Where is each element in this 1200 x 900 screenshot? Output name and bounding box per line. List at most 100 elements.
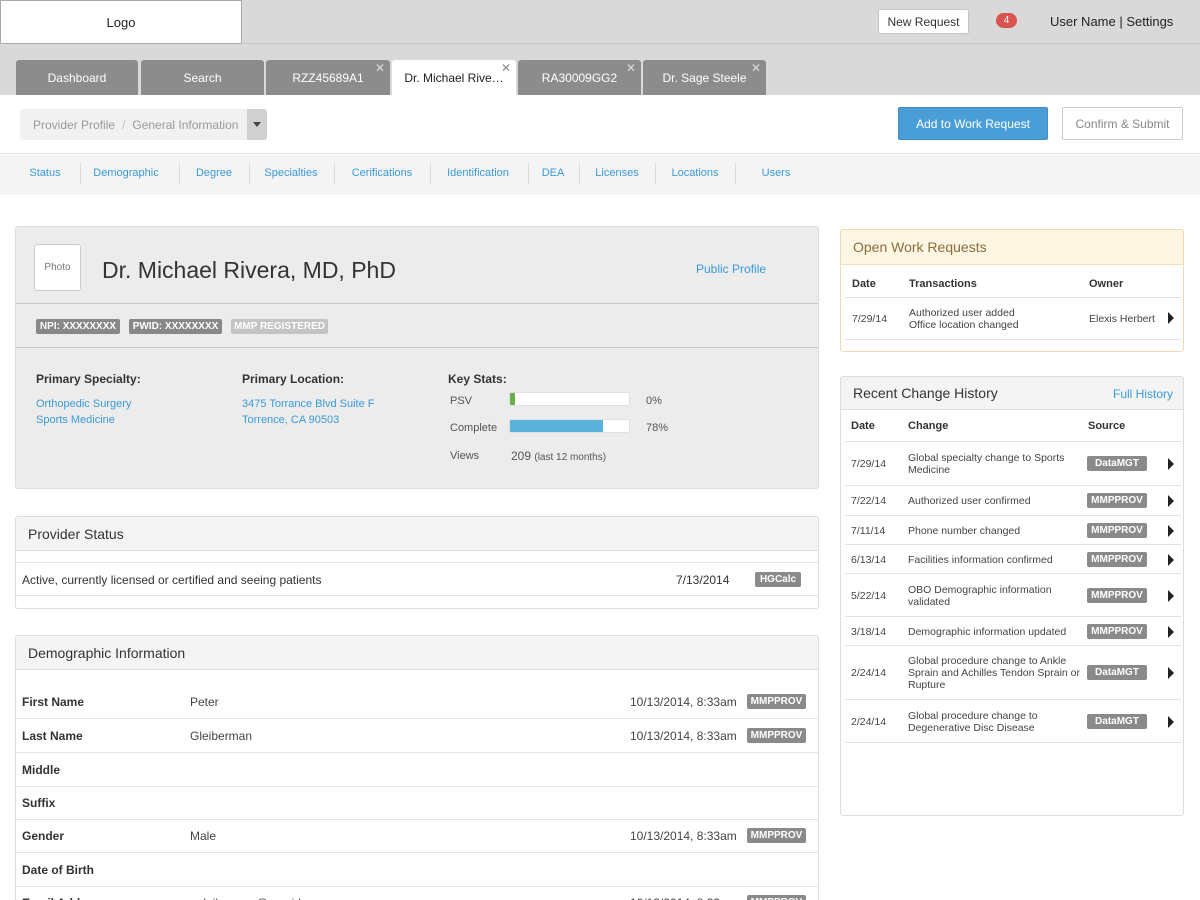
notification-badge[interactable]: 4 [996, 13, 1017, 28]
nav-divider [430, 163, 431, 184]
change-text: Medicine [908, 464, 951, 476]
section-nav-certifications[interactable]: Cerifications [344, 162, 420, 184]
confirm-submit-button[interactable]: Confirm & Submit [1062, 107, 1183, 140]
full-history-link[interactable]: Full History [1113, 387, 1173, 401]
field-label: First Name [22, 695, 85, 709]
tab-search[interactable]: Search [141, 60, 264, 95]
breadcrumb-item-general-information[interactable]: General Information [132, 118, 238, 132]
table-row[interactable]: 5/22/14 OBO Demographic information valida… [845, 573, 1181, 616]
new-request-button[interactable]: New Request [878, 9, 969, 34]
field-label: Middle [22, 763, 60, 777]
column-header-change: Change [908, 420, 949, 432]
divider [845, 339, 1181, 340]
section-nav-identification[interactable]: Identification [440, 162, 516, 184]
change-text: Phone number changed [908, 524, 1021, 537]
primary-location-label: Primary Location: [242, 372, 345, 386]
provider-name: Dr. Michael Rivera, MD, PhD [102, 257, 396, 283]
table-row: First Name Peter 10/13/2014, 8:33am MMPPROV [16, 685, 818, 719]
tab-label: RZZ45689A1 [292, 70, 364, 85]
play-arrow-icon[interactable] [1168, 667, 1174, 679]
work-request-transaction: Office location changed [909, 319, 1019, 331]
section-nav-demographic[interactable]: Demographic [88, 162, 164, 184]
section-nav-users[interactable]: Users [750, 162, 802, 184]
table-row[interactable]: 7/29/14 Global specialty change to Sports… [845, 441, 1181, 485]
public-profile-link[interactable]: Public Profile [696, 262, 766, 276]
table-row[interactable]: 6/13/14 Facilities information confirmed M… [845, 544, 1181, 573]
open-work-requests-panel: Open Work Requests Date Transactions Own… [840, 229, 1184, 352]
play-arrow-icon[interactable] [1168, 458, 1174, 470]
location-link[interactable]: 3475 Torrance Blvd Suite F [242, 398, 374, 410]
tab-dr-michael-rivera[interactable]: Dr. Michael Rive… ✕ [392, 60, 516, 96]
field-label: Suffix [22, 796, 56, 810]
table-row[interactable]: 3/18/14 Demographic information updated MM… [845, 616, 1181, 645]
location-link[interactable]: Torrence, CA 90503 [242, 414, 339, 426]
close-icon[interactable]: ✕ [626, 62, 636, 74]
tab-dr-sage-steele[interactable]: Dr. Sage Steele ✕ [643, 60, 766, 95]
column-header-date: Date [852, 278, 876, 290]
close-icon[interactable]: ✕ [751, 62, 761, 74]
table-row: Suffix [16, 786, 818, 820]
nav-divider [80, 163, 81, 184]
source-badge: HGCalc [755, 572, 801, 587]
play-arrow-icon[interactable] [1168, 524, 1174, 537]
table-row: Middle [16, 753, 818, 787]
change-date: 2/24/14 [851, 715, 887, 728]
close-icon[interactable]: ✕ [375, 62, 385, 74]
section-nav-specialties[interactable]: Specialties [258, 162, 324, 184]
panel-title: Demographic Information [16, 636, 818, 670]
play-arrow-icon[interactable] [1168, 625, 1174, 638]
play-arrow-icon[interactable] [1168, 553, 1174, 566]
toolbar-row: Provider Profile / General Information A… [0, 95, 1200, 154]
section-nav-licenses[interactable]: Licenses [588, 162, 646, 184]
table-row: Date of Birth [16, 853, 818, 887]
tab-dashboard[interactable]: Dashboard [16, 60, 138, 95]
user-settings-link[interactable]: User Name | Settings [1050, 14, 1173, 29]
table-row[interactable]: 7/11/14 Phone number changed MMPPROV [845, 515, 1181, 544]
change-date: 7/11/14 [851, 524, 886, 537]
psv-label: PSV [450, 395, 473, 407]
section-nav-locations[interactable]: Locations [664, 162, 726, 184]
specialty-link[interactable]: Sports Medicine [36, 414, 115, 426]
play-arrow-icon[interactable] [1168, 495, 1174, 507]
source-badge: MMPPROV [1087, 623, 1147, 639]
tab-rzz45689a1[interactable]: RZZ45689A1 ✕ [266, 60, 390, 95]
source-badge: DataMGT [1087, 456, 1147, 471]
work-request-owner: Elexis Herbert [1089, 313, 1155, 325]
views-count: 209 [511, 449, 532, 463]
table-row[interactable]: 2/24/14 Global procedure change to Degener… [845, 699, 1181, 742]
section-nav-dea[interactable]: DEA [536, 162, 570, 184]
play-arrow-icon[interactable] [1168, 715, 1174, 728]
breadcrumb[interactable]: Provider Profile / General Information [20, 109, 267, 140]
add-to-work-request-button[interactable]: Add to Work Request [898, 107, 1048, 140]
tab-ra30009gg2[interactable]: RA30009GG2 ✕ [518, 60, 641, 95]
change-date: 2/24/14 [851, 667, 887, 679]
change-date: 6/13/14 [851, 553, 887, 566]
change-date: 3/18/14 [851, 625, 887, 638]
table-row[interactable]: 2/24/14 Global procedure change to Ankle S… [845, 645, 1181, 699]
section-nav-degree[interactable]: Degree [188, 162, 240, 184]
psv-percent: 0% [646, 395, 662, 407]
section-nav: Status Demographic Degree Specialties Ce… [0, 155, 1200, 195]
field-value: Peter [190, 695, 219, 709]
breadcrumb-dropdown-button[interactable] [247, 109, 267, 140]
close-icon[interactable]: ✕ [501, 62, 511, 74]
table-row: Last Name Gleiberman 10/13/2014, 8:33am MMP… [16, 719, 818, 753]
breadcrumb-separator: / [122, 117, 126, 132]
logo[interactable]: Logo [0, 0, 242, 44]
play-arrow-icon[interactable] [1168, 312, 1174, 324]
field-label: Last Name [22, 729, 83, 743]
status-date: 7/13/2014 [676, 573, 730, 587]
tab-label: RA30009GG2 [541, 70, 618, 85]
tab-bar: Dashboard Search RZZ45689A1 ✕ Dr. Michae… [0, 44, 1200, 96]
section-nav-status[interactable]: Status [26, 162, 64, 184]
views-value: 209 (last 12 months) [511, 449, 606, 463]
avatar[interactable]: Photo [34, 244, 81, 291]
breadcrumb-item-provider-profile[interactable]: Provider Profile [33, 118, 115, 132]
complete-label: Complete [450, 422, 498, 434]
recent-change-history-panel: Recent Change History Full History Date … [840, 376, 1184, 816]
table-row[interactable]: 7/22/14 Authorized user confirmed MMPPROV [845, 485, 1181, 515]
source-badge: DataMGT [1087, 665, 1147, 680]
play-arrow-icon[interactable] [1168, 589, 1174, 602]
specialty-link[interactable]: Orthopedic Surgery [36, 398, 131, 410]
field-value: Gleiberman [190, 729, 253, 743]
